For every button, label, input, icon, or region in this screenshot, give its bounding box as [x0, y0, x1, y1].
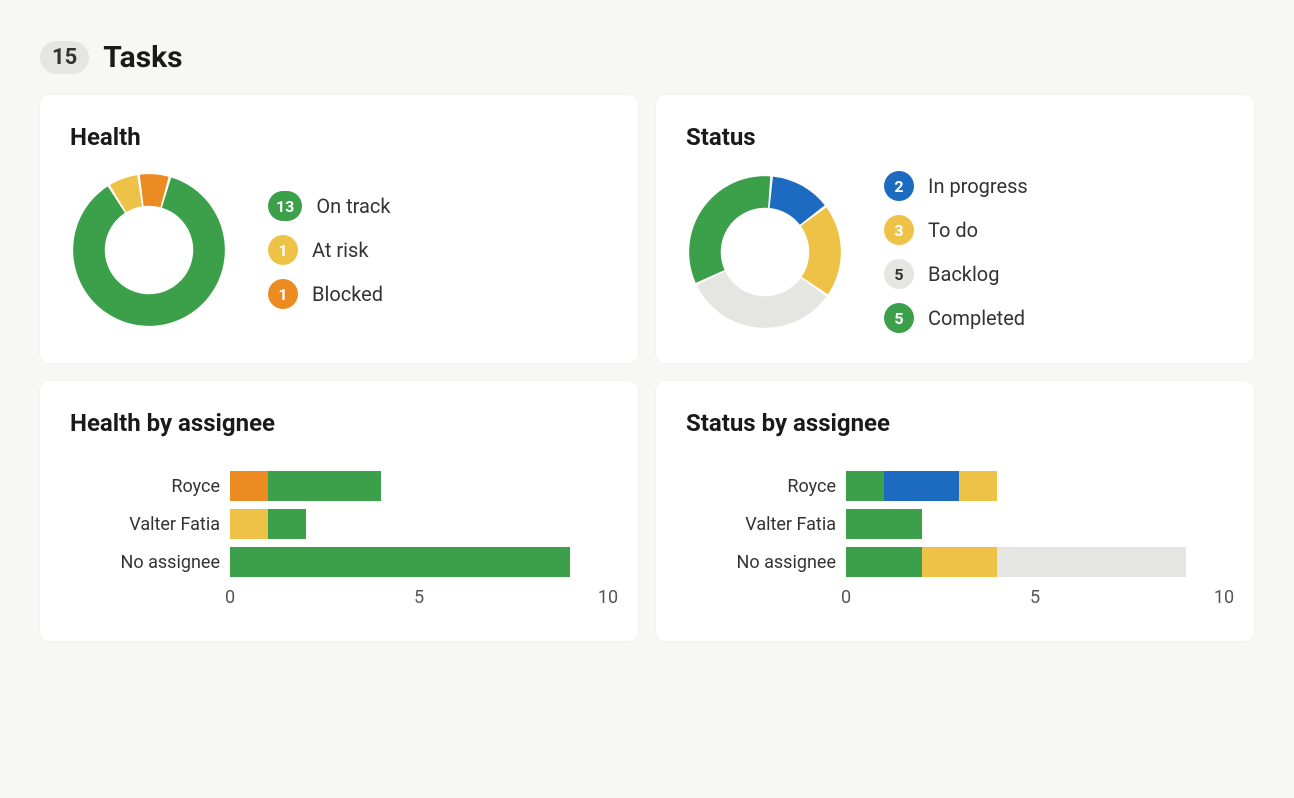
legend-item[interactable]: 3 To do — [884, 215, 1028, 245]
legend-label: In progress — [928, 174, 1028, 198]
bar-row-label: No assignee — [686, 552, 836, 573]
bar-segment — [230, 509, 268, 539]
card-status-by-assignee: Status by assignee Royce Valter Fatia No a… — [656, 381, 1254, 641]
bar-segment — [846, 509, 922, 539]
legend-count-badge: 13 — [268, 191, 302, 221]
bar-track — [230, 471, 608, 501]
health-donut-chart — [70, 171, 228, 329]
bar-row-label: Royce — [686, 476, 836, 497]
status-donut-row: 2 In progress 3 To do 5 Backlog 5 Completed — [686, 171, 1224, 333]
legend-label: To do — [928, 218, 978, 242]
legend-item[interactable]: 2 In progress — [884, 171, 1028, 201]
legend-count-badge: 1 — [268, 235, 298, 265]
legend-label: Blocked — [312, 282, 383, 306]
x-axis: 0510 — [70, 587, 608, 611]
legend-item[interactable]: 1 Blocked — [268, 279, 391, 309]
card-title: Status — [686, 123, 1224, 151]
axis-tick: 5 — [414, 587, 424, 608]
bar-segment — [846, 471, 884, 501]
task-count-badge: 15 — [40, 41, 89, 74]
status-donut-chart — [686, 173, 844, 331]
bar-row-label: No assignee — [70, 552, 220, 573]
card-health: Health 13 On track 1 At risk 1 Blocked — [40, 95, 638, 363]
axis-tick: 0 — [841, 587, 851, 608]
bar-track — [846, 471, 1224, 501]
x-axis: 0510 — [686, 587, 1224, 611]
page-title: Tasks — [103, 40, 182, 75]
bar-row-label: Valter Fatia — [70, 514, 220, 535]
legend-count-badge: 5 — [884, 303, 914, 333]
bar-row-label: Royce — [70, 476, 220, 497]
legend-item[interactable]: 5 Completed — [884, 303, 1028, 333]
health-by-assignee-chart: RoyceValter FatiaNo assignee0510 — [70, 457, 608, 611]
bar-segment — [922, 547, 998, 577]
legend-item[interactable]: 5 Backlog — [884, 259, 1028, 289]
bar-row-label: Valter Fatia — [686, 514, 836, 535]
dashboard-grid: Health 13 On track 1 At risk 1 Blocked Status… — [40, 95, 1254, 641]
bar-row: No assignee — [70, 543, 608, 581]
bar-track — [230, 547, 608, 577]
bar-segment — [997, 547, 1186, 577]
legend-label: Backlog — [928, 262, 999, 286]
axis-tick: 10 — [1214, 587, 1234, 608]
bar-segment — [268, 509, 306, 539]
health-legend: 13 On track 1 At risk 1 Blocked — [268, 191, 391, 309]
axis-tick: 10 — [598, 587, 618, 608]
bar-row: Valter Fatia — [70, 505, 608, 543]
card-health-by-assignee: Health by assignee Royce Valter Fatia No a… — [40, 381, 638, 641]
bar-segment — [884, 471, 960, 501]
card-status: Status 2 In progress 3 To do 5 Backlog 5 Comple… — [656, 95, 1254, 363]
legend-item[interactable]: 13 On track — [268, 191, 391, 221]
bar-segment — [230, 471, 268, 501]
bar-row: No assignee — [686, 543, 1224, 581]
legend-label: Completed — [928, 306, 1025, 330]
status-by-assignee-chart: RoyceValter FatiaNo assignee0510 — [686, 457, 1224, 611]
legend-count-badge: 1 — [268, 279, 298, 309]
bar-track — [846, 509, 1224, 539]
bar-row: Royce — [70, 467, 608, 505]
legend-count-badge: 5 — [884, 259, 914, 289]
donut-slice — [689, 176, 770, 283]
bar-track — [230, 509, 608, 539]
status-legend: 2 In progress 3 To do 5 Backlog 5 Completed — [884, 171, 1028, 333]
legend-count-badge: 2 — [884, 171, 914, 201]
card-title: Health by assignee — [70, 409, 608, 437]
bar-segment — [230, 547, 570, 577]
bar-segment — [846, 547, 922, 577]
card-title: Status by assignee — [686, 409, 1224, 437]
bar-track — [846, 547, 1224, 577]
card-title: Health — [70, 123, 608, 151]
legend-label: At risk — [312, 238, 368, 262]
health-donut-row: 13 On track 1 At risk 1 Blocked — [70, 171, 608, 329]
bar-row: Royce — [686, 467, 1224, 505]
legend-label: On track — [316, 194, 390, 218]
axis-tick: 0 — [225, 587, 235, 608]
legend-item[interactable]: 1 At risk — [268, 235, 391, 265]
bar-row: Valter Fatia — [686, 505, 1224, 543]
page-header: 15 Tasks — [40, 40, 1254, 75]
legend-count-badge: 3 — [884, 215, 914, 245]
axis-tick: 5 — [1030, 587, 1040, 608]
bar-segment — [959, 471, 997, 501]
donut-slice — [801, 207, 841, 294]
bar-segment — [268, 471, 381, 501]
